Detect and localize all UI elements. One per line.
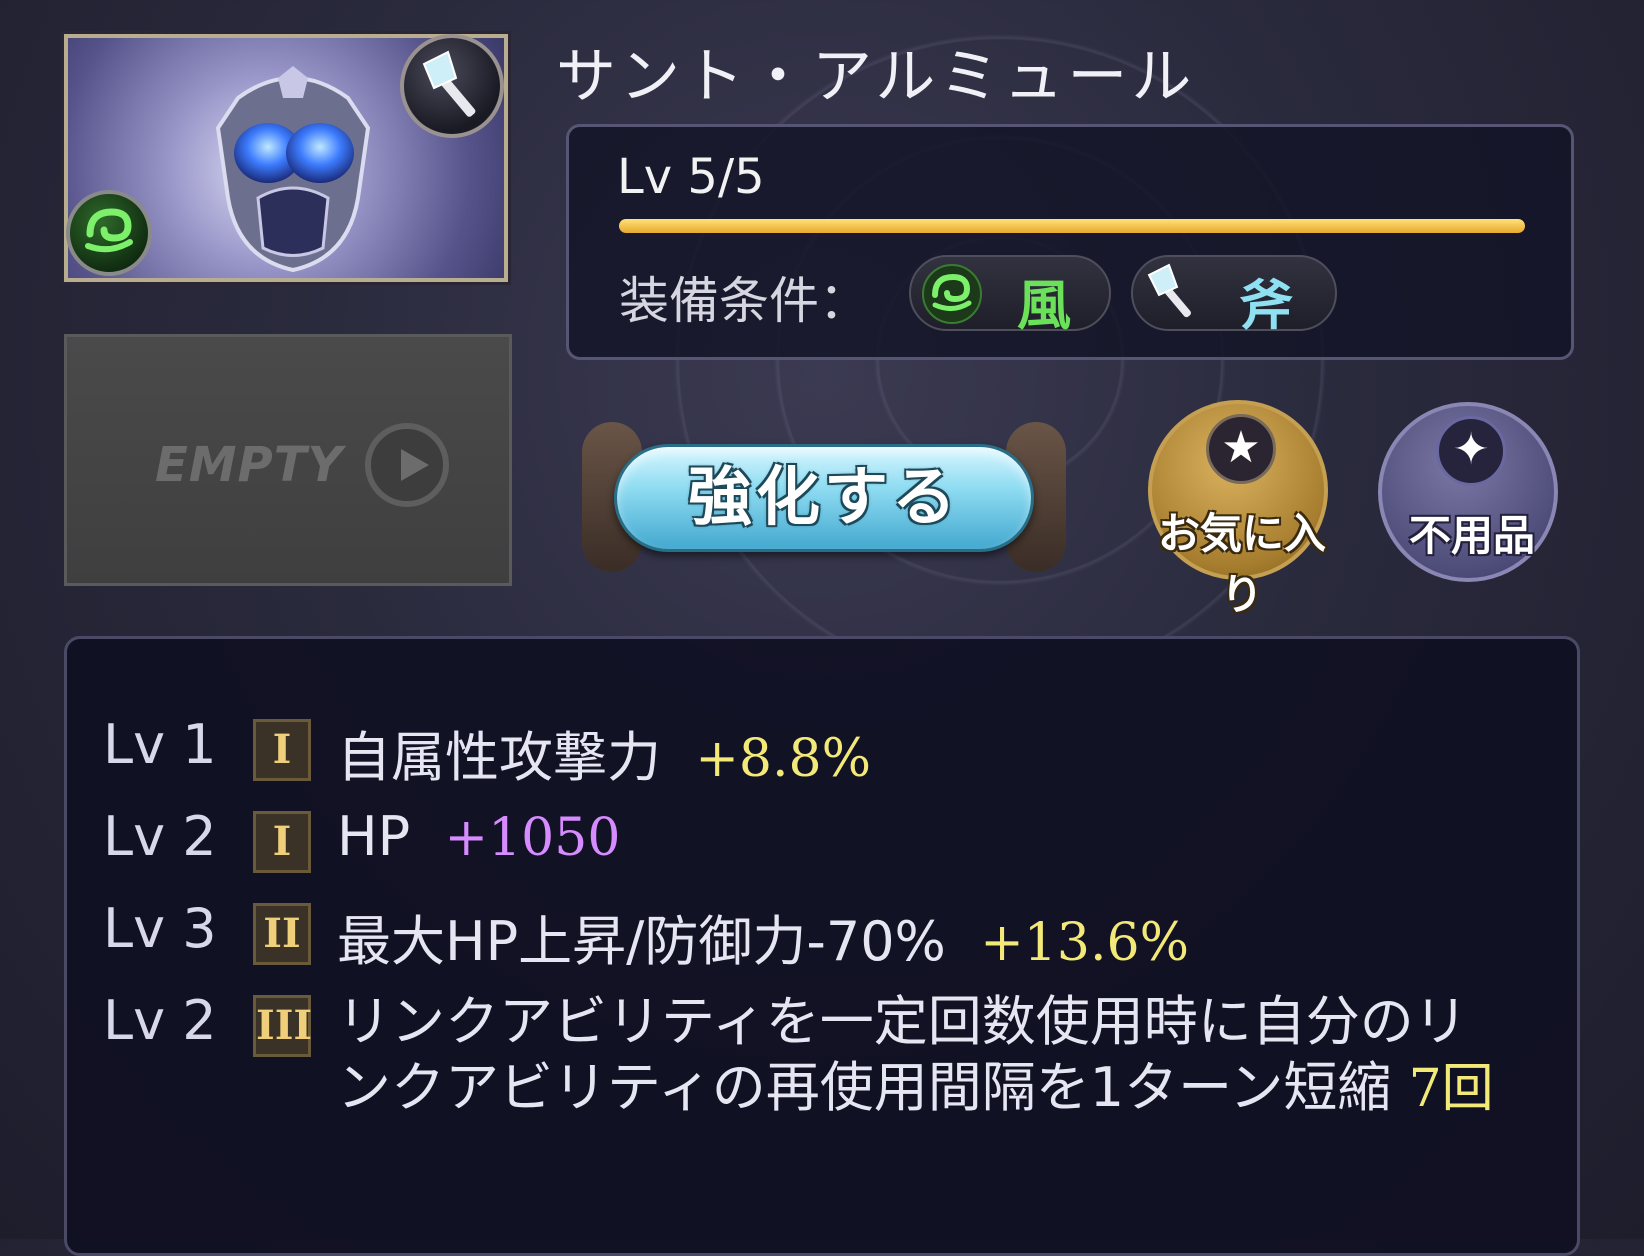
condition-element-pill: 風 (909, 255, 1111, 337)
condition-weapon-label: 斧 (1239, 274, 1293, 337)
skill-name-text: HP (337, 805, 411, 868)
empty-slot[interactable]: EMPTY (64, 334, 512, 586)
skill-name-text: 最大HP上昇/防御力-70% (337, 910, 946, 973)
skill-value: +1050 (444, 808, 621, 868)
favorite-button[interactable]: ★ お気に入り (1148, 400, 1328, 619)
axe-icon (422, 50, 476, 117)
item-info-box: Lv 5/5 装備条件： 風 斧 (566, 124, 1574, 360)
armor-illustration (215, 66, 371, 273)
dice-icon: ✦ (1436, 416, 1506, 486)
skill-name: HP +1050 (337, 805, 620, 868)
element-badge (66, 190, 152, 276)
skill-level: Lv 3 (103, 897, 217, 960)
skill-name-text: 自属性攻撃力 (337, 726, 661, 789)
enhance-button[interactable]: 強化する (582, 422, 1066, 572)
skills-panel: Lv 1 I 自属性攻撃力 +8.8% Lv 2 I HP +1050 Lv 3… (64, 636, 1580, 1256)
skill-level: Lv 1 (103, 713, 217, 776)
skill-name: リンクアビリティを一定回数使用時に自分のリンクアビリティの再使用間隔を1ターン短… (337, 989, 1497, 1122)
skill-level: Lv 2 (103, 989, 217, 1052)
rank-badge: I (253, 719, 311, 781)
condition-weapon-pill: 斧 (1131, 255, 1337, 337)
play-icon (365, 423, 449, 507)
rank-badge: III (253, 995, 312, 1057)
skill-level: Lv 2 (103, 805, 217, 868)
wind-element-icon (922, 264, 982, 324)
equip-condition-label: 装備条件： (619, 272, 869, 330)
level-bar (619, 219, 1525, 233)
skill-name: 自属性攻撃力 +8.8% (337, 713, 871, 792)
empty-label: EMPTY (155, 437, 344, 493)
skill-name: 最大HP上昇/防御力-70% +13.6% (337, 897, 1189, 976)
level-bar-fill (619, 219, 1525, 233)
rank-badge: II (253, 903, 311, 965)
wind-element-icon (85, 208, 133, 253)
level-text: Lv 5/5 (617, 149, 765, 205)
favorite-label: お気に入り (1157, 509, 1326, 619)
item-name: サント・アルミュール (556, 42, 1196, 112)
rank-badge: I (253, 811, 311, 873)
enhance-label: 強化する (688, 461, 960, 535)
junk-label: 不用品 (1408, 511, 1535, 560)
skill-value: 7回 (1408, 1059, 1494, 1119)
axe-icon (1147, 263, 1191, 318)
junk-button[interactable]: ✦ 不用品 (1378, 402, 1558, 582)
condition-element-label: 風 (1017, 274, 1071, 337)
weapon-type-badge (400, 34, 504, 138)
star-icon: ★ (1206, 414, 1276, 484)
skill-name-text: リンクアビリティを一定回数使用時に自分のリンクアビリティの再使用間隔を1ターン短… (337, 990, 1468, 1119)
skill-value: +13.6% (980, 913, 1189, 973)
skill-value: +8.8% (695, 729, 872, 789)
